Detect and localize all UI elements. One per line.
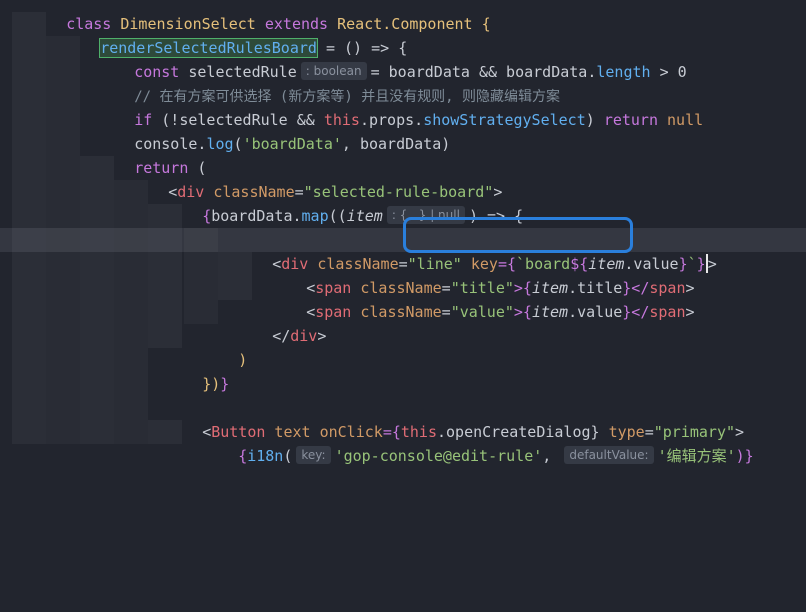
code-text: (	[283, 447, 293, 465]
code-line: )	[0, 324, 806, 369]
code-line	[0, 372, 806, 396]
code-text: ,	[542, 447, 561, 465]
brace: {	[238, 447, 248, 465]
indent-guide	[80, 276, 114, 300]
indent-guide	[80, 372, 114, 396]
indent-guide	[12, 324, 46, 348]
indent-guide	[46, 60, 80, 84]
code-line: <span className="value">{item.value}</sp…	[0, 276, 806, 321]
indent-guide	[12, 12, 46, 36]
function-name: i18n	[247, 447, 284, 465]
code-line: const selectedRule: boolean = boardData &…	[0, 36, 806, 81]
indent-guide	[114, 324, 148, 348]
indent-guide	[46, 252, 80, 276]
inlay-param-hint: defaultValue:	[564, 446, 654, 464]
indent-guide	[80, 420, 114, 444]
indent-guide	[80, 396, 114, 420]
indent-guide	[114, 180, 148, 204]
indent-guide	[46, 36, 80, 60]
indent-guide	[46, 276, 80, 300]
indent-guide	[12, 420, 46, 444]
indent-guide	[12, 252, 46, 276]
indent-guide	[12, 84, 46, 108]
annotation-highlight-box	[403, 217, 633, 253]
indent-guide	[184, 252, 218, 276]
indent-guide	[46, 180, 80, 204]
indent-guide	[184, 300, 218, 324]
indent-guide	[80, 324, 114, 348]
code-line: <div className="selected-rule-board">	[0, 156, 806, 201]
indent-guide	[46, 132, 80, 156]
string-literal: '编辑方案'	[657, 447, 736, 465]
indent-guide	[114, 372, 148, 396]
indent-guide	[12, 132, 46, 156]
indent-guide	[114, 276, 148, 300]
indent-guide	[12, 60, 46, 84]
indent-guide	[46, 324, 80, 348]
indent-guide	[12, 156, 46, 180]
indent-guide	[80, 228, 114, 252]
code-line: // 在有方案可供选择 (新方案等) 并且没有规则, 则隐藏编辑方案	[0, 60, 806, 105]
indent-guide	[218, 252, 252, 276]
indent-guide	[218, 276, 252, 300]
indent-guide	[12, 36, 46, 60]
code-line: })}	[0, 348, 806, 393]
indent-guide	[114, 204, 148, 228]
indent-guide	[46, 204, 80, 228]
indent-guide	[46, 372, 80, 396]
indent-guide	[12, 372, 46, 396]
indent-guide	[148, 276, 182, 300]
indent-guide	[12, 204, 46, 228]
indent-guide	[114, 228, 148, 252]
indent-guide	[114, 396, 148, 420]
indent-guide	[80, 348, 114, 372]
code-line: return (	[0, 132, 806, 177]
indent-guide	[80, 252, 114, 276]
indent-guide	[12, 276, 46, 300]
indent-guide	[46, 84, 80, 108]
indent-guide	[46, 108, 80, 132]
indent-guide	[148, 252, 182, 276]
indent-guide	[80, 300, 114, 324]
indent-guide	[80, 180, 114, 204]
code-line: renderSelectedRulesBoard = () => {	[0, 12, 806, 58]
indent-guide	[114, 300, 148, 324]
code-line: </div>	[0, 300, 806, 345]
code-line: {i18n(key:'gop-console@edit-rule', defau…	[0, 420, 806, 465]
code-line: <Button text onClick={this.openCreateDia…	[0, 396, 806, 441]
indent-guide	[148, 300, 182, 324]
code-editor[interactable]: class DimensionSelect extends React.Comp…	[0, 0, 806, 465]
code-line: {boardData.map((item: {...} | null) => {	[0, 180, 806, 225]
indent-guide	[46, 300, 80, 324]
indent-guide	[12, 348, 46, 372]
inlay-param-hint: key:	[296, 446, 331, 464]
indent-guide	[46, 396, 80, 420]
code-line: class DimensionSelect extends React.Comp…	[0, 0, 806, 33]
indent-guide	[46, 348, 80, 372]
code-line: if (!selectedRule && this.props.showStra…	[0, 84, 806, 129]
indent-guide	[46, 228, 80, 252]
indent-guide	[80, 156, 114, 180]
indent-guide	[148, 324, 182, 348]
indent-guide	[12, 396, 46, 420]
indent-guide	[80, 204, 114, 228]
code-line: console.log('boardData', boardData)	[0, 108, 806, 153]
code-line: <span className="title">{item.title}</sp…	[0, 252, 806, 297]
indent-guide	[12, 300, 46, 324]
indent-guide	[114, 348, 148, 372]
indent-guide	[12, 108, 46, 132]
indent-guide	[46, 420, 80, 444]
indent-guide	[184, 228, 218, 252]
brace: )}	[735, 447, 754, 465]
indent-guide	[12, 180, 46, 204]
indent-guide	[148, 420, 182, 444]
indent-guide	[114, 420, 148, 444]
indent-guide	[46, 156, 80, 180]
indent-guide	[148, 204, 182, 228]
indent-guide	[12, 228, 46, 252]
string-literal: 'gop-console@edit-rule'	[334, 447, 543, 465]
indent-guide	[114, 252, 148, 276]
indent-guide	[184, 276, 218, 300]
indent-guide	[148, 228, 182, 252]
